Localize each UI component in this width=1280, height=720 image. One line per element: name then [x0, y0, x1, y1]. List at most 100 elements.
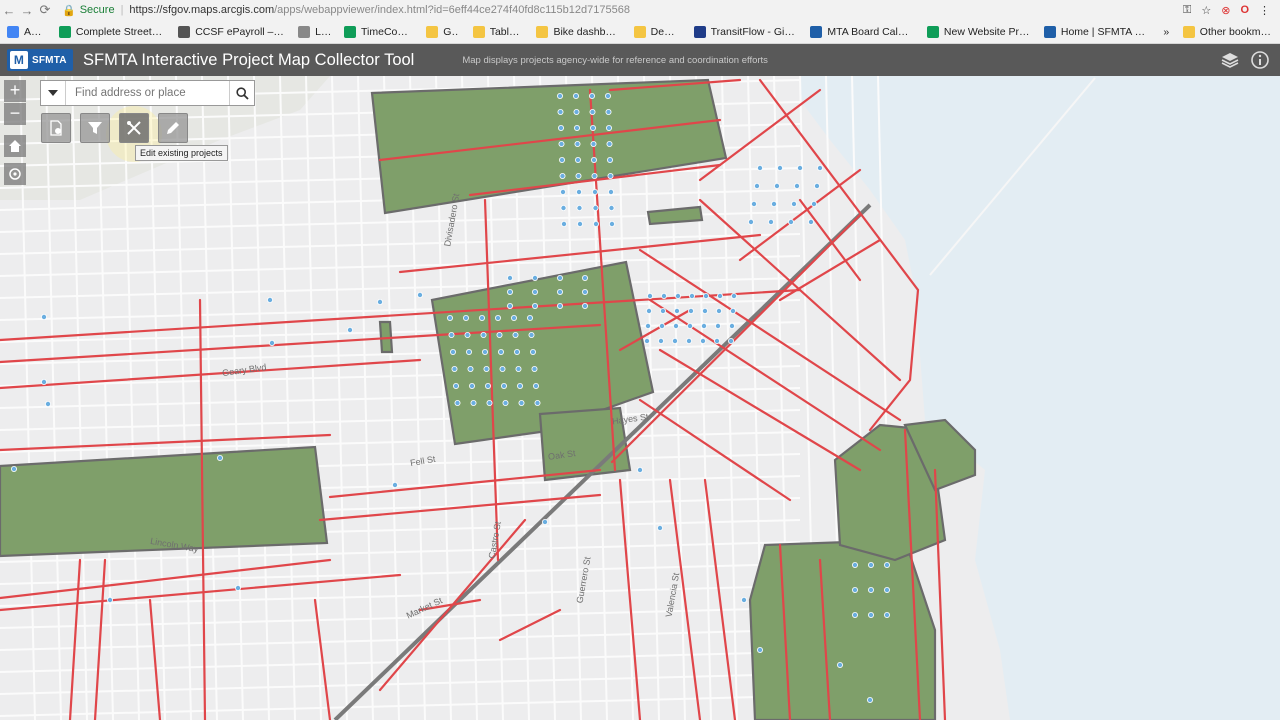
bookmark-item[interactable]: Apps [0, 25, 52, 38]
logo-mark-icon: M [10, 51, 28, 69]
bookmark-label: GIS [443, 25, 458, 38]
home-button[interactable] [4, 135, 26, 157]
search-button[interactable] [229, 81, 254, 105]
bookmark-icon [58, 25, 71, 38]
bookmark-item[interactable]: Home | SFMTA 2017 [1037, 25, 1157, 38]
bookmark-item[interactable]: Tableau [466, 25, 530, 38]
bookmark-item[interactable]: L21 [291, 25, 337, 38]
project-point [557, 93, 564, 100]
bookmark-label: CCSF ePayroll – Onl [195, 25, 285, 38]
bookmark-item[interactable]: TimeControl [337, 25, 419, 38]
project-point [607, 172, 614, 179]
bookmark-item[interactable]: GIS [419, 25, 465, 38]
bookmark-label: Bike dashboard [553, 25, 620, 38]
secure-indicator[interactable]: 🔒 Secure [62, 4, 115, 17]
project-point [484, 382, 491, 389]
project-point [672, 337, 679, 344]
bookmark-label: MTA Board Calenda [827, 25, 913, 38]
project-point [483, 365, 490, 372]
address-field[interactable]: https://sfgov.maps.arcgis.com/apps/webap… [129, 4, 630, 16]
filter-icon [88, 122, 102, 134]
project-point [751, 200, 758, 207]
bookmark-label: TransitFlow - Github [710, 25, 797, 38]
bookmark-item[interactable]: TransitFlow - Github [687, 25, 804, 38]
map-view[interactable] [0, 76, 1280, 720]
extension-icon[interactable]: ⊗ [1221, 4, 1230, 17]
info-icon[interactable] [1250, 50, 1270, 70]
search-source-dropdown[interactable] [41, 81, 66, 105]
project-point [700, 337, 707, 344]
project-point [449, 348, 456, 355]
bookmark-item[interactable]: CCSF ePayroll – Onl [171, 25, 291, 38]
locate-button[interactable] [4, 163, 26, 185]
app-header: M SFMTA SFMTA Interactive Project Map Col… [0, 44, 1280, 76]
project-point [647, 292, 654, 299]
project-point [777, 164, 784, 171]
project-point [689, 292, 696, 299]
add-project-tool[interactable] [41, 113, 71, 143]
zoom-in-button[interactable]: + [4, 80, 26, 102]
project-point [558, 140, 565, 147]
edit-projects-tool[interactable] [119, 113, 149, 143]
draw-tool[interactable] [158, 113, 188, 143]
back-icon[interactable]: ← [0, 3, 18, 18]
project-point [510, 314, 517, 321]
project-point [791, 200, 798, 207]
project-point [591, 156, 598, 163]
search-input[interactable] [66, 87, 229, 99]
project-point [591, 172, 598, 179]
reload-icon[interactable]: ⟳ [36, 2, 54, 18]
project-point [478, 314, 485, 321]
bookmark-icon [536, 25, 549, 38]
bookmark-item[interactable]: Bike dashboard [529, 25, 626, 38]
map-canvas[interactable] [0, 76, 1280, 720]
forward-icon[interactable]: → [18, 3, 36, 18]
project-point [606, 140, 613, 147]
key-icon[interactable]: ⚿ [1183, 4, 1191, 17]
project-point [608, 204, 615, 211]
project-point [609, 220, 616, 227]
project-point [45, 400, 52, 407]
project-point [559, 172, 566, 179]
project-point [590, 140, 597, 147]
project-point [574, 125, 581, 132]
bookmark-item[interactable]: MTA Board Calenda [803, 25, 919, 38]
project-point [607, 156, 614, 163]
bookmark-label: New Website Projec [943, 25, 1030, 38]
project-point [557, 274, 564, 281]
other-bookmarks[interactable]: Other bookmarks [1176, 25, 1280, 38]
project-point [416, 291, 423, 298]
pencil-icon [167, 122, 179, 134]
project-point [446, 314, 453, 321]
lock-icon: 🔒 [62, 4, 76, 17]
project-point [561, 220, 568, 227]
menu-icon[interactable]: ⋮ [1259, 4, 1270, 17]
bookmark-item[interactable]: New Website Projec [920, 25, 1037, 38]
project-point [486, 399, 493, 406]
project-point [754, 182, 761, 189]
zoom-out-button[interactable]: − [4, 103, 26, 125]
project-point [837, 662, 844, 669]
bookmark-label: L21 [315, 25, 330, 38]
bookmarks-overflow-button[interactable]: » [1156, 26, 1175, 38]
project-point [448, 331, 455, 338]
add-document-icon [50, 120, 62, 136]
project-point [575, 172, 582, 179]
filter-tool[interactable] [80, 113, 110, 143]
locate-icon [9, 168, 21, 180]
project-point [558, 125, 565, 132]
project-point [576, 204, 583, 211]
bookmark-item[interactable]: Complete Streets Bu [52, 25, 171, 38]
project-point [531, 365, 538, 372]
chevron-down-icon [48, 90, 58, 96]
layers-icon[interactable] [1220, 50, 1240, 70]
project-point [266, 296, 273, 303]
project-point [741, 597, 748, 604]
project-point [582, 274, 589, 281]
bookmark-item[interactable]: Design [627, 25, 687, 38]
bookmark-icon [926, 25, 939, 38]
star-icon[interactable]: ☆ [1201, 4, 1211, 17]
bookmark-label: Complete Streets Bu [75, 25, 165, 38]
opera-icon[interactable]: O [1240, 4, 1249, 16]
project-point [532, 288, 539, 295]
